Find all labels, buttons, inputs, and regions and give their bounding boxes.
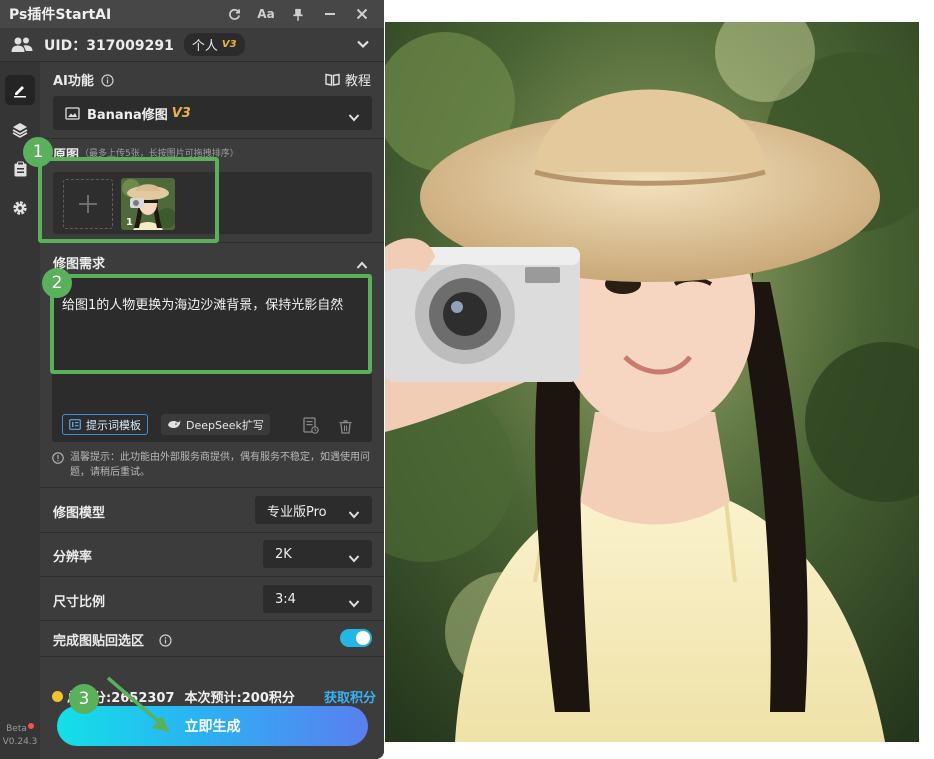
annotation-badge-2: 2 [42,268,72,298]
annotation-box-1 [38,157,219,243]
prompt-template-label: 提示词模板 [86,418,141,432]
paste-back-label: 完成图贴回选区 [53,634,145,649]
chevron-down-icon [348,594,360,613]
plan-level: V3 [221,39,237,50]
estimated-cost: 本次预计:200积分 [184,691,295,706]
sidebar-item-settings[interactable] [5,193,35,223]
divider [40,532,384,533]
divider [40,656,384,657]
info-icon[interactable] [101,72,114,91]
chevron-down-icon [348,549,360,568]
get-credits-link[interactable]: 获取积分 [324,687,376,706]
beta-label: Beta [6,724,27,734]
chevron-down-icon [348,505,360,524]
plan-badge: 个人 V3 [183,33,245,56]
annotation-box-2 [50,274,372,374]
info-circle-icon [52,452,64,464]
chevron-down-icon [348,108,360,127]
uid-text: UID：317009291 [44,37,174,54]
window-title: Ps插件StartAI [9,7,112,23]
user-dropdown-chevron-icon[interactable] [356,36,370,55]
divider [40,487,384,488]
divider [40,576,384,577]
service-notice-text: 温馨提示：此功能由外部服务商提供，偶有服务不稳定，如遇使用问题，请稍后重试。 [70,452,370,478]
service-notice: 温馨提示：此功能由外部服务商提供，偶有服务不稳定，如遇使用问题，请稍后重试。 [52,450,374,480]
divider [40,620,384,621]
history-icon[interactable] [303,417,319,438]
edit-model-label: 修图模型 [53,506,106,521]
divider [40,138,384,139]
font-size-icon[interactable]: Aa [250,0,282,28]
aspect-ratio-label: 尺寸比例 [53,595,106,610]
deepseek-expand-label: DeepSeek扩写 [186,418,264,432]
book-icon [325,73,340,86]
selected-model: Banana修图 [87,107,168,123]
close-icon[interactable] [346,0,378,28]
image-edit-icon [65,106,80,120]
tutorial-link[interactable]: 教程 [325,70,371,89]
deepseek-whale-icon [168,420,181,428]
resolution-value: 2K [275,546,292,562]
tutorial-label: 教程 [344,74,371,89]
minimize-icon[interactable] [314,0,346,28]
title-bar-controls: Aa [218,0,378,28]
refresh-icon[interactable] [218,0,250,28]
info-icon[interactable] [159,632,172,651]
template-icon [69,419,81,430]
startai-plugin-panel: Ps插件StartAI Aa UID：317009291 个人 V3 Beta … [0,0,384,759]
annotation-badge-3: 3 [69,684,99,714]
coin-icon [52,691,63,702]
resolution-select[interactable]: 2K [263,540,372,568]
plan-name: 个人 [191,39,218,54]
deepseek-expand-button[interactable]: DeepSeek扩写 [161,414,270,435]
edit-icon [14,86,26,98]
pin-icon[interactable] [282,0,314,28]
user-bar[interactable]: UID：317009291 个人 V3 [0,28,384,62]
screen: Ps插件StartAI Aa UID：317009291 个人 V3 Beta … [0,0,934,759]
paste-back-toggle[interactable] [340,629,372,647]
collapse-chevron-icon[interactable] [356,255,368,274]
resolution-label: 分辨率 [53,550,93,565]
ai-function-label: AI功能 [53,74,94,89]
ai-model-select[interactable]: Banana修图 V3 [53,96,372,130]
model-badge: V3 [171,105,191,121]
beta-dot [27,723,34,729]
trash-icon[interactable] [339,419,352,438]
annotation-badge-1: 1 [23,137,53,167]
title-bar[interactable]: Ps插件StartAI Aa [0,0,384,28]
clipboard-icon [14,161,26,177]
gear-icon [13,201,27,215]
aspect-ratio-select[interactable]: 3:4 [263,585,372,613]
sidebar-item-edit[interactable] [5,75,35,105]
version-info: Beta V0.24.3 [0,723,40,749]
aspect-ratio-value: 3:4 [275,591,296,607]
edit-model-select[interactable]: 专业版Pro [255,496,372,524]
prompt-template-button[interactable]: 提示词模板 [62,414,148,435]
version-label: V0.24.3 [2,737,38,747]
preview-photo [385,22,919,742]
toggle-knob [356,631,370,645]
layers-icon [12,123,28,138]
edit-model-value: 专业版Pro [267,504,327,520]
annotation-arrow [106,676,170,732]
users-icon [11,36,33,57]
